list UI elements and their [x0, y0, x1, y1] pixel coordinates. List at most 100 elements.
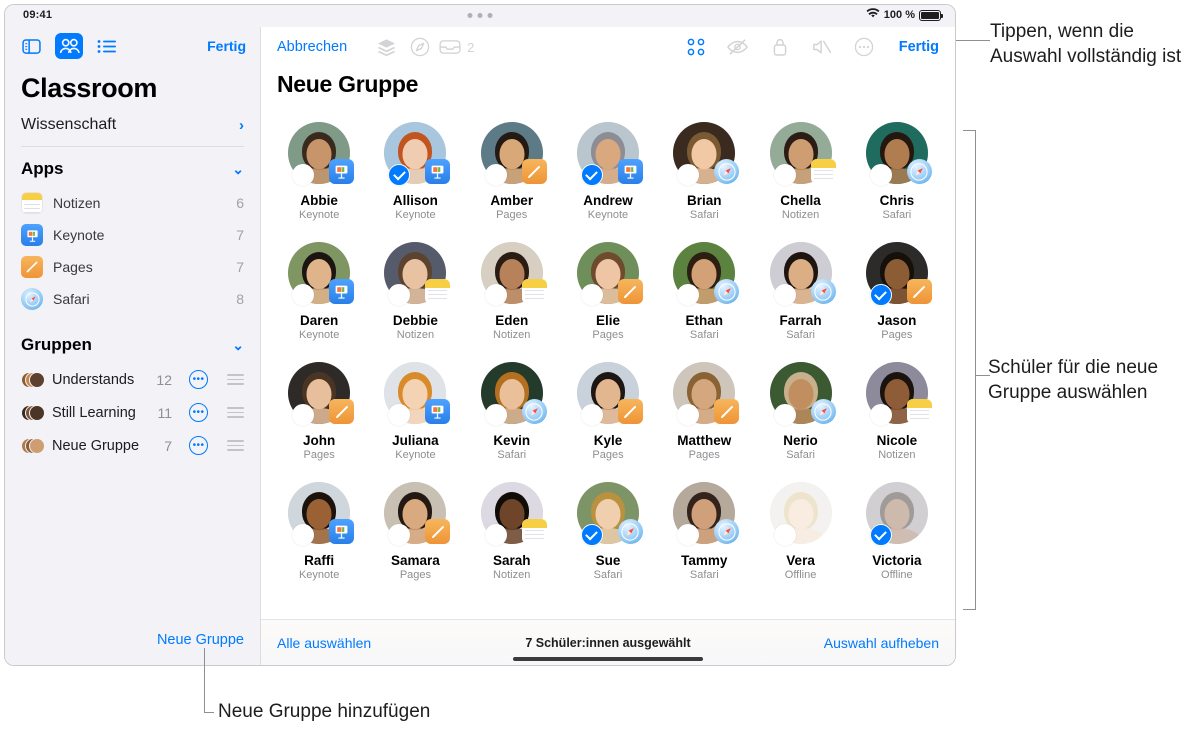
new-group-button[interactable]: Neue Gruppe [157, 632, 244, 648]
selection-checkbox[interactable] [773, 284, 796, 306]
people-icon[interactable] [55, 33, 83, 59]
list-icon[interactable] [93, 33, 121, 59]
group-options-icon[interactable]: ••• [189, 403, 208, 422]
selection-checkbox[interactable] [773, 524, 796, 546]
selection-checkbox[interactable] [484, 284, 507, 306]
selection-checkbox[interactable] [580, 164, 603, 186]
student-avatar-wrapper[interactable] [576, 122, 643, 186]
selection-checkbox[interactable] [580, 524, 603, 546]
multitasking-handle[interactable] [467, 13, 493, 18]
selection-checkbox[interactable] [869, 164, 892, 186]
student-card[interactable]: Amber Pages [464, 112, 560, 232]
student-avatar-wrapper[interactable] [769, 482, 832, 546]
app-row-keynote[interactable]: Keynote 7 [5, 219, 260, 251]
app-row-pages[interactable]: Pages 7 [5, 251, 260, 283]
student-card[interactable]: Matthew Pages [656, 352, 752, 472]
student-card[interactable]: John Pages [271, 352, 367, 472]
deselect-all-button[interactable]: Auswahl aufheben [824, 635, 939, 651]
layers-icon[interactable] [369, 38, 403, 57]
grid-view-icon[interactable] [679, 38, 713, 56]
student-avatar-wrapper[interactable] [576, 242, 643, 306]
selection-checkbox[interactable] [869, 404, 892, 426]
sidebar-done-button[interactable]: Fertig [207, 38, 246, 54]
inbox-button[interactable]: 2 [437, 39, 474, 55]
student-avatar-wrapper[interactable] [576, 482, 643, 546]
cancel-button[interactable]: Abbrechen [277, 39, 347, 55]
student-card[interactable]: Juliana Keynote [367, 352, 463, 472]
selection-checkbox[interactable] [773, 404, 796, 426]
student-avatar-wrapper[interactable] [769, 362, 836, 426]
student-card[interactable]: Sue Safari [560, 472, 656, 592]
class-selector[interactable]: Wissenschaft › [5, 110, 260, 146]
mute-icon[interactable] [805, 38, 839, 56]
selection-checkbox[interactable] [484, 524, 507, 546]
student-card[interactable]: Eden Notizen [464, 232, 560, 352]
student-card[interactable]: Vera Offline [752, 472, 848, 592]
group-options-icon[interactable]: ••• [189, 370, 208, 389]
drag-handle-icon[interactable] [227, 440, 244, 451]
selection-checkbox[interactable] [292, 284, 315, 306]
student-card[interactable]: Farrah Safari [752, 232, 848, 352]
selection-checkbox[interactable] [580, 404, 603, 426]
student-card[interactable]: Samara Pages [367, 472, 463, 592]
student-avatar-wrapper[interactable] [288, 362, 355, 426]
student-card[interactable]: Chella Notizen [752, 112, 848, 232]
student-card[interactable]: Abbie Keynote [271, 112, 367, 232]
selection-checkbox[interactable] [484, 404, 507, 426]
student-avatar-wrapper[interactable] [865, 362, 932, 426]
student-avatar-wrapper[interactable] [288, 482, 355, 546]
student-card[interactable]: Victoria Offline [849, 472, 945, 592]
drag-handle-icon[interactable] [227, 374, 244, 385]
eye-slash-icon[interactable] [721, 38, 755, 56]
student-avatar-wrapper[interactable] [480, 482, 547, 546]
selection-checkbox[interactable] [292, 404, 315, 426]
group-row-neue-gruppe[interactable]: Neue Gruppe 7 ••• [5, 429, 260, 462]
student-card[interactable]: Allison Keynote [367, 112, 463, 232]
student-avatar-wrapper[interactable] [673, 122, 740, 186]
student-avatar-wrapper[interactable] [480, 242, 547, 306]
student-avatar-wrapper[interactable] [865, 122, 932, 186]
student-card[interactable]: Jason Pages [849, 232, 945, 352]
group-row-understands[interactable]: Understands 12 ••• [5, 363, 260, 396]
lock-icon[interactable] [763, 37, 797, 57]
selection-checkbox[interactable] [580, 284, 603, 306]
student-card[interactable]: Nicole Notizen [849, 352, 945, 472]
student-card[interactable]: Brian Safari [656, 112, 752, 232]
select-all-button[interactable]: Alle auswählen [277, 635, 371, 651]
student-card[interactable]: Raffi Keynote [271, 472, 367, 592]
home-indicator[interactable] [513, 657, 703, 661]
student-avatar-wrapper[interactable] [384, 242, 451, 306]
student-avatar-wrapper[interactable] [769, 122, 836, 186]
student-avatar-wrapper[interactable] [673, 362, 740, 426]
navigate-compass-icon[interactable] [403, 37, 437, 57]
apps-section-header[interactable]: Apps ⌄ [5, 147, 260, 187]
student-avatar-wrapper[interactable] [480, 362, 547, 426]
student-card[interactable]: Sarah Notizen [464, 472, 560, 592]
student-card[interactable]: Elie Pages [560, 232, 656, 352]
student-card[interactable]: Daren Keynote [271, 232, 367, 352]
student-avatar-wrapper[interactable] [673, 242, 740, 306]
app-row-safari[interactable]: Safari 8 [5, 283, 260, 315]
student-card[interactable]: Kyle Pages [560, 352, 656, 472]
groups-section-header[interactable]: Gruppen ⌄ [5, 315, 260, 363]
selection-checkbox[interactable] [484, 164, 507, 186]
selection-checkbox[interactable] [869, 284, 892, 306]
student-avatar-wrapper[interactable] [865, 482, 928, 546]
student-card[interactable]: Nerio Safari [752, 352, 848, 472]
student-card[interactable]: Tammy Safari [656, 472, 752, 592]
selection-checkbox[interactable] [869, 524, 892, 546]
student-avatar-wrapper[interactable] [288, 122, 355, 186]
group-options-icon[interactable]: ••• [189, 436, 208, 455]
student-card[interactable]: Chris Safari [849, 112, 945, 232]
selection-checkbox[interactable] [292, 164, 315, 186]
student-avatar-wrapper[interactable] [384, 122, 451, 186]
selection-checkbox[interactable] [292, 524, 315, 546]
student-avatar-wrapper[interactable] [288, 242, 355, 306]
done-button[interactable]: Fertig [899, 39, 939, 55]
student-card[interactable]: Andrew Keynote [560, 112, 656, 232]
student-avatar-wrapper[interactable] [480, 122, 547, 186]
student-avatar-wrapper[interactable] [865, 242, 932, 306]
student-card[interactable]: Kevin Safari [464, 352, 560, 472]
student-avatar-wrapper[interactable] [769, 242, 836, 306]
app-row-notizen[interactable]: Notizen 6 [5, 187, 260, 219]
